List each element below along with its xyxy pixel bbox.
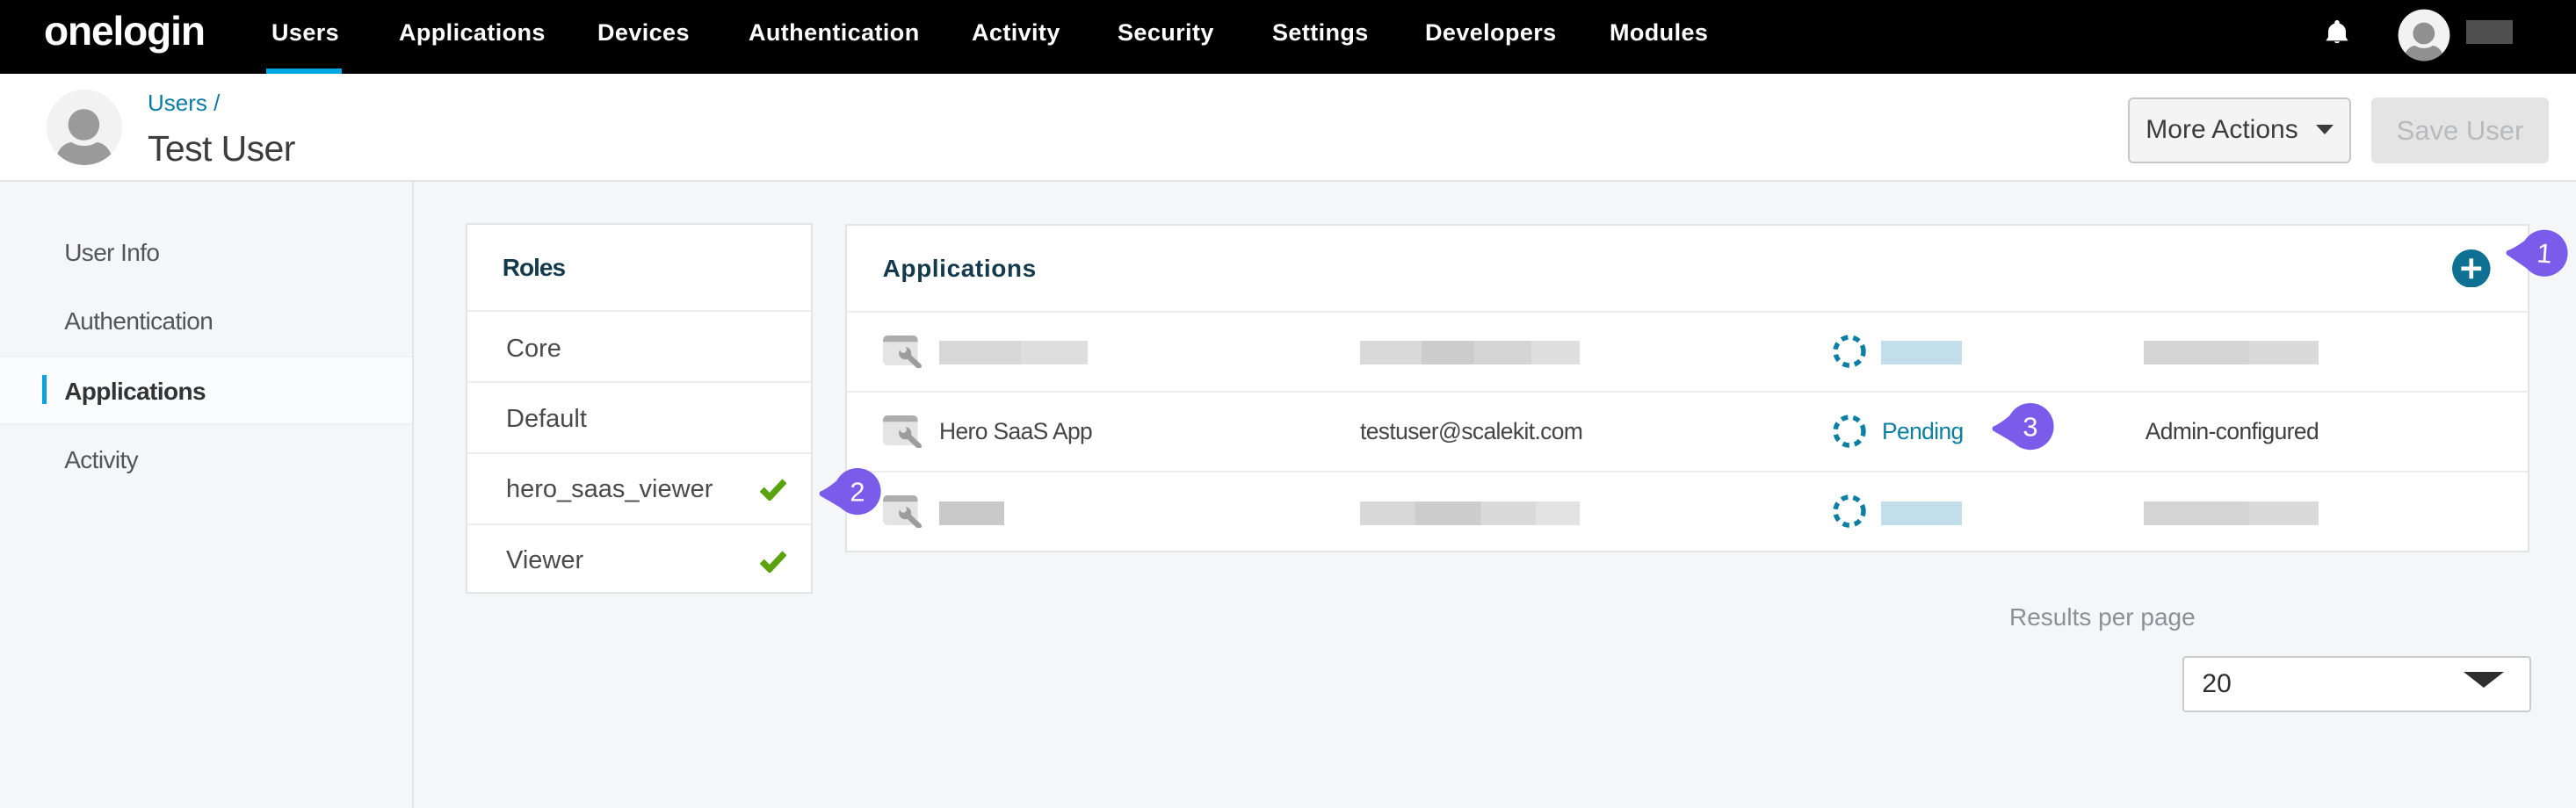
svg-text:2: 2: [850, 476, 865, 507]
svg-text:1: 1: [2536, 237, 2553, 269]
svg-text:3: 3: [2022, 411, 2037, 442]
